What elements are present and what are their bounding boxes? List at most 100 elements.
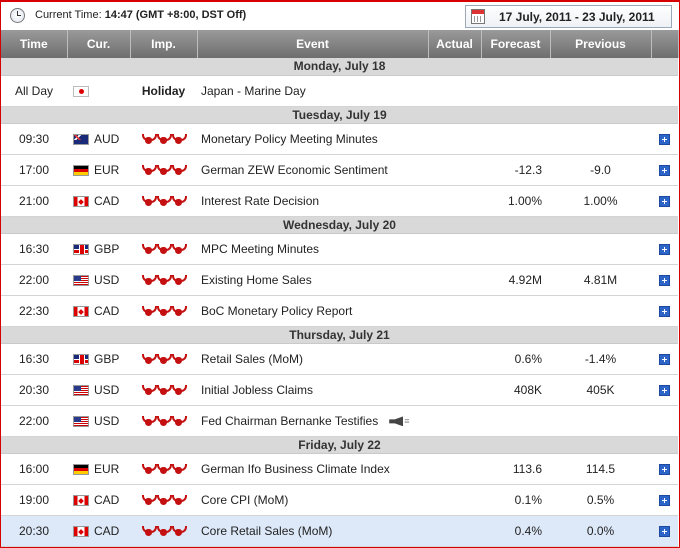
event-row[interactable]: 21:00 CAD Interest Rate Decision 1.00% 1.00% bbox=[1, 185, 678, 217]
event-importance bbox=[130, 515, 197, 547]
bull-icon bbox=[157, 164, 172, 176]
event-title[interactable]: German Ifo Business Climate Index bbox=[201, 462, 390, 476]
event-name[interactable]: Existing Home Sales bbox=[197, 264, 428, 296]
event-expand-cell bbox=[651, 154, 678, 186]
expand-plus-icon[interactable] bbox=[659, 384, 670, 396]
event-forecast bbox=[481, 295, 550, 327]
event-actual bbox=[428, 233, 481, 265]
bull-icon bbox=[142, 494, 157, 506]
event-row[interactable]: 20:30 USD Initial Jobless Claims 408K 405K bbox=[1, 374, 678, 406]
expand-plus-icon[interactable] bbox=[659, 243, 670, 255]
event-row[interactable]: 17:00 EUR German ZEW Economic Sentiment -12… bbox=[1, 154, 678, 186]
speech-icon bbox=[389, 416, 404, 427]
event-row[interactable]: 22:00 USD Existing Home Sales 4.92M 4.81M bbox=[1, 264, 678, 296]
event-title[interactable]: Core CPI (MoM) bbox=[201, 493, 288, 507]
date-range-picker[interactable]: 17 July, 2011 - 23 July, 2011 bbox=[465, 5, 672, 28]
event-previous bbox=[550, 295, 651, 327]
day-label: Tuesday, July 19 bbox=[1, 106, 678, 124]
flag-au-icon bbox=[73, 133, 89, 145]
event-name[interactable]: BoC Monetary Policy Report bbox=[197, 295, 428, 327]
event-forecast: 0.1% bbox=[481, 484, 550, 516]
bull-icon bbox=[157, 353, 172, 365]
col-actual[interactable]: Actual bbox=[428, 30, 482, 58]
col-time[interactable]: Time bbox=[1, 30, 68, 58]
event-name[interactable]: Retail Sales (MoM) bbox=[197, 343, 428, 375]
event-title[interactable]: Interest Rate Decision bbox=[201, 194, 319, 208]
event-title[interactable]: Existing Home Sales bbox=[201, 273, 312, 287]
currency-code: EUR bbox=[94, 162, 120, 177]
bull-icon bbox=[142, 353, 157, 365]
event-title[interactable]: Initial Jobless Claims bbox=[201, 383, 313, 397]
event-forecast: 1.00% bbox=[481, 185, 550, 217]
expand-plus-icon[interactable] bbox=[659, 463, 670, 475]
event-row[interactable]: 19:00 CAD Core CPI (MoM) 0.1% 0.5% bbox=[1, 484, 678, 516]
expand-plus-icon[interactable] bbox=[659, 195, 670, 207]
event-name[interactable]: Interest Rate Decision bbox=[197, 185, 428, 217]
expand-plus-icon[interactable] bbox=[659, 274, 670, 286]
event-name[interactable]: MPC Meeting Minutes bbox=[197, 233, 428, 265]
bull-icon bbox=[142, 133, 157, 145]
col-currency[interactable]: Cur. bbox=[67, 30, 131, 58]
event-name[interactable]: German ZEW Economic Sentiment bbox=[197, 154, 428, 186]
col-event[interactable]: Event bbox=[197, 30, 429, 58]
currency-code: CAD bbox=[94, 492, 120, 507]
event-time: 17:00 bbox=[1, 154, 67, 186]
event-actual bbox=[428, 405, 481, 437]
bull-icon bbox=[157, 525, 172, 537]
event-row[interactable]: 22:30 CAD BoC Monetary Policy Report bbox=[1, 295, 678, 327]
event-row[interactable]: 16:30 GBP Retail Sales (MoM) 0.6% -1.4% bbox=[1, 343, 678, 375]
event-title[interactable]: Fed Chairman Bernanke Testifies bbox=[201, 414, 378, 428]
event-title[interactable]: Monetary Policy Meeting Minutes bbox=[201, 132, 378, 146]
event-actual bbox=[428, 295, 481, 327]
bull-icon bbox=[172, 463, 187, 475]
speech-waves-icon: ≡ bbox=[404, 416, 410, 427]
event-name[interactable]: Japan - Marine Day bbox=[197, 75, 428, 107]
event-name[interactable]: Monetary Policy Meeting Minutes bbox=[197, 123, 428, 155]
expand-plus-icon[interactable] bbox=[659, 133, 670, 145]
event-previous bbox=[550, 405, 651, 437]
event-expand-cell bbox=[651, 515, 678, 547]
event-title[interactable]: MPC Meeting Minutes bbox=[201, 242, 319, 256]
event-actual bbox=[428, 185, 481, 217]
event-currency: GBP bbox=[67, 343, 130, 375]
event-title[interactable]: BoC Monetary Policy Report bbox=[201, 304, 352, 318]
bull-icon bbox=[172, 164, 187, 176]
event-row[interactable]: 20:30 CAD Core Retail Sales (MoM) 0.4% 0.0% bbox=[1, 515, 678, 547]
event-previous bbox=[550, 75, 651, 107]
event-name[interactable]: Fed Chairman Bernanke Testifies ≡ bbox=[197, 405, 428, 437]
event-time: 16:30 bbox=[1, 343, 67, 375]
calendar-icon[interactable] bbox=[471, 9, 485, 24]
event-name[interactable]: Core Retail Sales (MoM) bbox=[197, 515, 428, 547]
event-row[interactable]: 16:00 EUR German Ifo Business Climate Inde… bbox=[1, 453, 678, 485]
expand-plus-icon[interactable] bbox=[659, 353, 670, 365]
event-row[interactable]: 16:30 GBP MPC Meeting Minutes bbox=[1, 233, 678, 265]
event-forecast: 0.4% bbox=[481, 515, 550, 547]
event-expand-cell bbox=[651, 185, 678, 217]
event-name[interactable]: Core CPI (MoM) bbox=[197, 484, 428, 516]
event-title[interactable]: German ZEW Economic Sentiment bbox=[201, 163, 388, 177]
flag-us-icon bbox=[73, 274, 89, 286]
event-title[interactable]: Japan - Marine Day bbox=[201, 84, 306, 98]
event-importance bbox=[130, 233, 197, 265]
expand-plus-icon[interactable] bbox=[659, 494, 670, 506]
event-currency: GBP bbox=[67, 233, 130, 265]
col-expand bbox=[651, 30, 679, 58]
expand-plus-icon[interactable] bbox=[659, 164, 670, 176]
event-title[interactable]: Core Retail Sales (MoM) bbox=[201, 524, 332, 538]
event-row[interactable]: 09:30 AUD Monetary Policy Meeting Minutes bbox=[1, 123, 678, 155]
event-row[interactable]: 22:00 USD Fed Chairman Bernanke Testifies ≡ bbox=[1, 405, 678, 437]
event-row[interactable]: All Day Holiday Japan - Marine Day bbox=[1, 75, 678, 107]
event-name[interactable]: German Ifo Business Climate Index bbox=[197, 453, 428, 485]
col-previous[interactable]: Previous bbox=[550, 30, 652, 58]
expand-plus-icon[interactable] bbox=[659, 525, 670, 537]
event-expand-cell bbox=[651, 123, 678, 155]
col-forecast[interactable]: Forecast bbox=[481, 30, 551, 58]
col-importance[interactable]: Imp. bbox=[130, 30, 198, 58]
event-name[interactable]: Initial Jobless Claims bbox=[197, 374, 428, 406]
currency-code: CAD bbox=[94, 303, 120, 318]
expand-plus-icon[interactable] bbox=[659, 305, 670, 317]
event-title[interactable]: Retail Sales (MoM) bbox=[201, 352, 303, 366]
top-bar: Current Time: 14:47 (GMT +8:00, DST Off)… bbox=[1, 2, 678, 30]
event-previous: 114.5 bbox=[550, 453, 651, 485]
day-header-row: Monday, July 18 bbox=[1, 58, 678, 76]
